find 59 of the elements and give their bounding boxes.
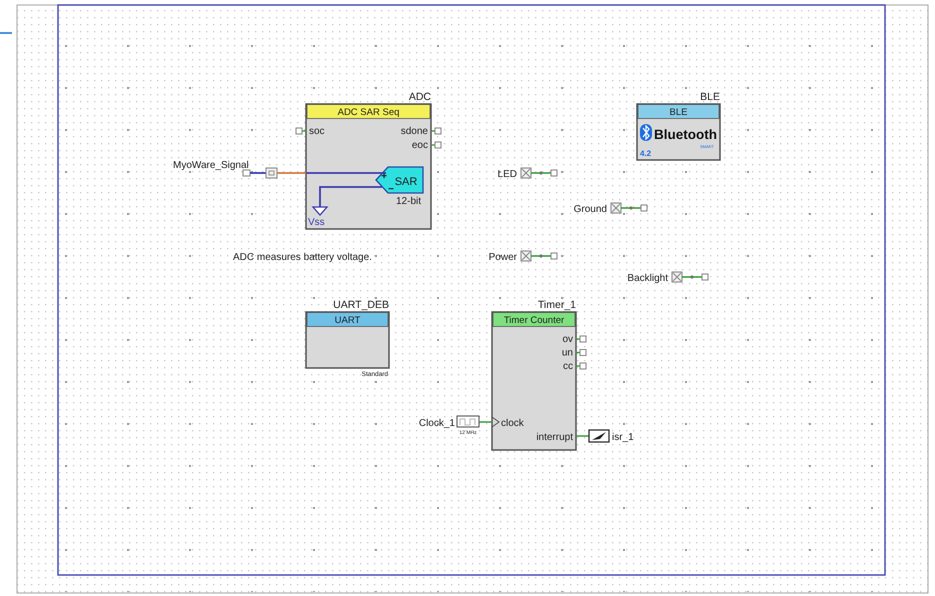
pin-label: soc <box>309 126 325 137</box>
pin-icon <box>640 204 648 212</box>
pin-icon <box>702 274 708 280</box>
input-sign: − <box>388 184 394 195</box>
pin-icon <box>550 252 558 260</box>
logo-text: Bluetooth <box>654 127 717 142</box>
pin-label: eoc <box>412 140 428 151</box>
wire <box>250 172 266 174</box>
pin-icon <box>576 362 586 370</box>
clock-name: Clock_1 <box>418 418 455 429</box>
interrupt-icon <box>588 429 610 443</box>
ground-label: Vss <box>308 217 325 228</box>
pin-icon <box>296 128 306 134</box>
pin-label: sdone <box>400 126 428 137</box>
pin-label: cc <box>563 361 573 372</box>
pin-label: interrupt <box>536 432 573 443</box>
instance-name: Timer_1 <box>538 299 576 311</box>
wire <box>576 435 589 437</box>
pin-label: ov <box>562 334 573 345</box>
pin-icon <box>576 349 586 356</box>
port-icon <box>520 168 532 178</box>
pin-icon <box>431 128 442 134</box>
pin-label: un <box>562 348 573 358</box>
clock-icon <box>456 416 480 428</box>
pin-icon <box>242 170 250 176</box>
title-bar: Timer Counter <box>492 312 576 327</box>
version-label: 4.2 <box>640 149 652 158</box>
instance-name: ADC <box>408 91 431 103</box>
instance-name: UART_DEB <box>333 299 389 311</box>
ground-icon <box>312 206 328 216</box>
port-name: Ground <box>574 204 607 215</box>
amplifier-label: SAR <box>394 176 418 188</box>
port-name: LED <box>498 169 517 180</box>
pin-icon <box>431 142 442 148</box>
port-icon <box>672 272 682 282</box>
note-text: ADC measures battery voltage. <box>233 252 372 263</box>
port-name: Power <box>488 252 517 263</box>
resolution-label: 12-bit <box>396 196 421 207</box>
analog-pin-icon <box>266 168 278 178</box>
pin-name: MyoWare_Signal <box>173 160 249 171</box>
wire <box>621 206 641 210</box>
wire <box>682 275 702 279</box>
port-icon <box>610 202 622 214</box>
instance-name: BLE <box>700 91 720 103</box>
title-bar: ADC SAR Seq <box>306 104 430 119</box>
title-bar: UART <box>306 312 388 327</box>
pin-icon <box>576 336 586 342</box>
wire <box>531 254 551 258</box>
pin-label: clock <box>501 418 524 429</box>
port-name: Backlight <box>627 273 668 284</box>
clock-input-icon <box>492 416 500 428</box>
title-bar: BLE <box>638 104 720 119</box>
port-icon <box>520 250 532 262</box>
interrupt-name: isr_1 <box>612 432 634 443</box>
wire <box>531 171 551 175</box>
pin-icon <box>550 170 558 176</box>
wire <box>319 186 382 207</box>
input-sign: + <box>381 171 387 182</box>
wire <box>479 421 492 423</box>
